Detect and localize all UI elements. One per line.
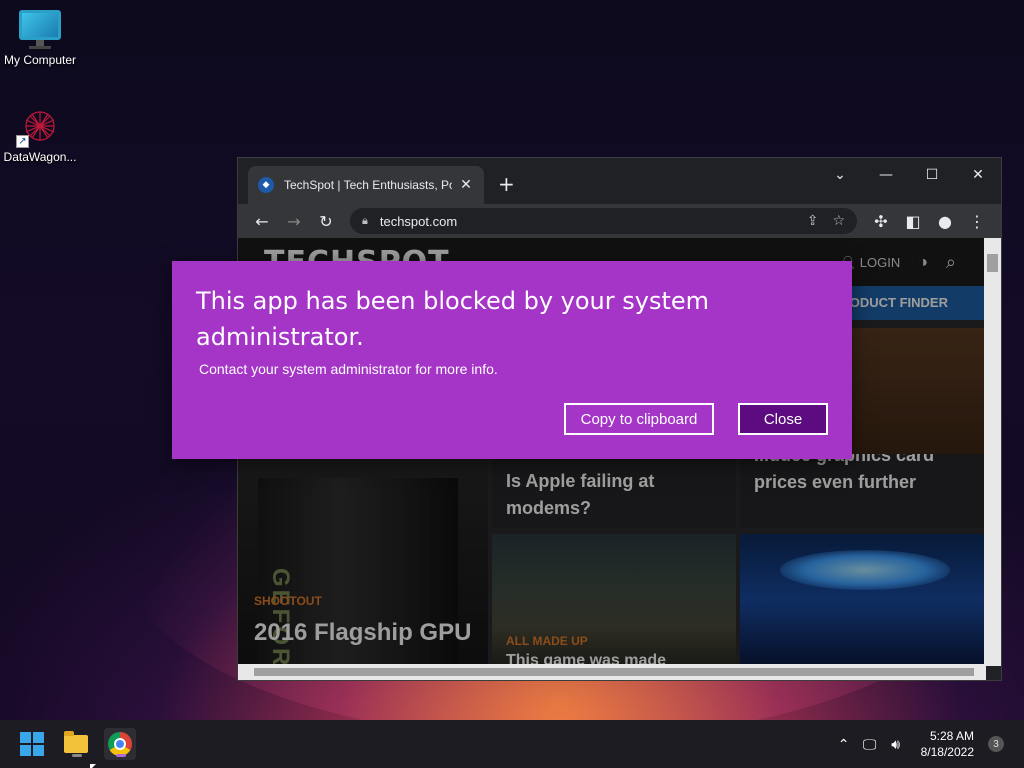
- copy-to-clipboard-button[interactable]: Copy to clipboard: [564, 403, 714, 435]
- scrollbar-thumb[interactable]: [987, 254, 998, 272]
- bookmark-star-icon[interactable]: ☆: [832, 213, 845, 229]
- address-bar[interactable]: 🔒︎ techspot.com ⇪ ☆: [350, 208, 857, 234]
- lock-icon: 🔒︎: [362, 214, 368, 227]
- close-window-button[interactable]: ✕: [955, 162, 1001, 188]
- mouse-cursor: [90, 764, 96, 768]
- profile-icon[interactable]: ●: [929, 207, 961, 235]
- reload-button[interactable]: ↻: [310, 207, 342, 235]
- dialog-title: This app has been blocked by your system…: [196, 287, 710, 351]
- back-button[interactable]: ←: [246, 207, 278, 235]
- system-tray: ⌃ 🖵︎ 🔊︎ 5:28 AM 8/18/2022 3: [831, 720, 1024, 768]
- browser-tab[interactable]: ◆ TechSpot | Tech Enthusiasts, Pow ✕: [248, 166, 484, 204]
- notification-badge[interactable]: 3: [988, 736, 1004, 752]
- desktop-icon-label: My Computer: [3, 53, 77, 67]
- url-text: techspot.com: [379, 213, 458, 229]
- desktop-icon-my-computer[interactable]: My Computer: [0, 10, 80, 67]
- browser-toolbar: ← → ↻ 🔒︎ techspot.com ⇪ ☆ ✣ ◧ ● ⋮: [238, 204, 1001, 238]
- network-icon[interactable]: 🖵︎: [857, 736, 883, 753]
- volume-icon[interactable]: 🔊︎: [883, 736, 909, 753]
- tab-title: TechSpot | Tech Enthusiasts, Pow: [284, 178, 452, 192]
- forward-button[interactable]: →: [278, 207, 310, 235]
- share-icon[interactable]: ⇪: [807, 213, 819, 229]
- monitor-icon: [19, 10, 61, 46]
- dialog-message: Contact your system administrator for mo…: [199, 361, 498, 377]
- chevron-up-icon[interactable]: ⌃: [831, 736, 857, 753]
- folder-icon: [64, 731, 88, 753]
- app-blocked-dialog: This app has been blocked by your system…: [172, 261, 852, 459]
- tab-search-icon[interactable]: ⌄: [817, 162, 863, 188]
- minimize-button[interactable]: —: [863, 162, 909, 188]
- tab-bar: ◆ TechSpot | Tech Enthusiasts, Pow ✕ + ⌄…: [238, 158, 1001, 204]
- clock[interactable]: 5:28 AM 8/18/2022: [921, 728, 974, 760]
- taskbar-chrome[interactable]: [104, 728, 136, 760]
- desktop-icon-datawagon[interactable]: ↗ DataWagon...: [0, 106, 80, 164]
- taskbar-file-explorer[interactable]: [60, 728, 92, 760]
- shortcut-arrow-icon: ↗: [16, 135, 29, 148]
- desktop-icon-label: DataWagon...: [3, 150, 77, 164]
- chrome-icon: [108, 732, 132, 756]
- vertical-scrollbar[interactable]: [984, 238, 1001, 666]
- scrollbar-thumb[interactable]: [254, 668, 974, 676]
- close-button[interactable]: Close: [738, 403, 828, 435]
- horizontal-scrollbar[interactable]: [238, 664, 986, 680]
- maximize-button[interactable]: ☐: [909, 162, 955, 188]
- tab-close-icon[interactable]: ✕: [458, 177, 474, 193]
- taskbar: ⌃ 🖵︎ 🔊︎ 5:28 AM 8/18/2022 3: [0, 720, 1024, 768]
- clock-date: 8/18/2022: [920, 745, 974, 759]
- datawagon-app-icon: ↗: [16, 106, 62, 148]
- extensions-icon[interactable]: ✣: [865, 207, 897, 235]
- windows-logo-icon: [20, 732, 44, 756]
- clock-time: 5:28 AM: [929, 729, 974, 743]
- techspot-favicon-icon: ◆: [258, 177, 274, 193]
- start-button[interactable]: [16, 728, 48, 760]
- new-tab-button[interactable]: +: [498, 172, 515, 196]
- side-panel-icon[interactable]: ◧: [897, 207, 929, 235]
- menu-kebab-icon[interactable]: ⋮: [961, 207, 993, 235]
- window-controls: ⌄ — ☐ ✕: [817, 162, 1001, 188]
